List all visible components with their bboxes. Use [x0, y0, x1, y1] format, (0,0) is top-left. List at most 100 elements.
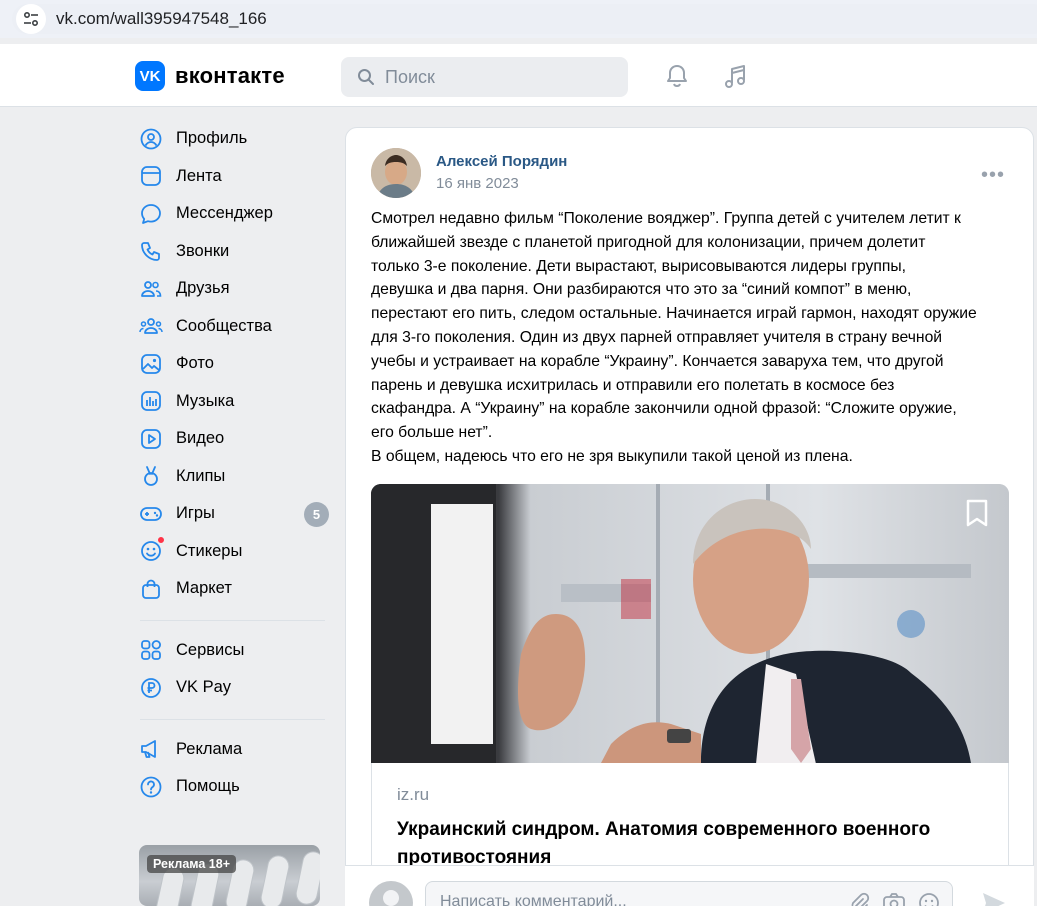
post-text-line: девушка и два парня. Они разбираются что… — [371, 281, 912, 299]
link-preview-image[interactable] — [371, 484, 1009, 763]
music-player-icon[interactable] — [722, 63, 750, 91]
post-text-line: парень и девушка исхитрилась и отправили… — [371, 376, 895, 394]
link-title[interactable]: Украинский синдром. Анатомия современног… — [397, 816, 997, 872]
post-text-line: скафандра. А “Украину” на корабле законч… — [371, 400, 957, 418]
sidebar-item-label: Звонки — [176, 241, 230, 260]
sidebar-item-label: Мессенджер — [176, 204, 273, 223]
sidebar-item-clips[interactable]: Клипы — [135, 458, 335, 496]
sidebar-item-friends[interactable]: Друзья — [135, 270, 335, 308]
sidebar-item-label: Клипы — [176, 466, 226, 485]
sidebar-item-profile[interactable]: Профиль — [135, 120, 335, 158]
sidebar-item-label: Друзья — [176, 279, 230, 298]
sidebar-ad-banner[interactable]: Реклама 18+ — [139, 845, 320, 906]
sidebar-item-services[interactable]: Сервисы — [135, 632, 335, 670]
vk-logo[interactable]: VK вконтакте — [135, 61, 285, 91]
sidebar-item-label: Игры — [176, 504, 215, 523]
site-settings-icon[interactable] — [16, 4, 46, 34]
new-stickers-dot — [157, 536, 165, 545]
sidebar-item-label: Сервисы — [176, 640, 245, 659]
author-avatar[interactable] — [371, 148, 421, 198]
sidebar-item-calls[interactable]: Звонки — [135, 233, 335, 271]
post-text-line: Смотрел недавно фильм “Поколение вояджер… — [371, 210, 961, 227]
vk-logo-text: вконтакте — [175, 63, 285, 88]
vkpay-icon — [139, 676, 163, 700]
notifications-bell-icon[interactable] — [664, 63, 690, 89]
current-user-avatar[interactable] — [369, 881, 413, 906]
communities-icon — [139, 314, 163, 338]
sidebar-item-market[interactable]: Маркет — [135, 570, 335, 608]
post-date[interactable]: 16 янв 2023 — [436, 175, 519, 192]
sidebar-item-communities[interactable]: Сообщества — [135, 308, 335, 346]
post-text-line: перестают его пить, следом остальные. На… — [371, 305, 977, 323]
attach-icon[interactable] — [848, 892, 870, 906]
ad-age-label: Реклама 18+ — [147, 855, 236, 873]
stickers-icon — [139, 536, 165, 563]
search-input[interactable] — [385, 66, 605, 88]
bookmark-icon[interactable] — [963, 498, 991, 528]
music-icon — [139, 389, 163, 413]
sidebar-item-label: Помощь — [176, 777, 240, 796]
search-box[interactable] — [341, 57, 628, 97]
post-text-line: его больше нет”. — [371, 424, 493, 442]
left-sidebar: Профиль Лента Мессенджер Звонки Друзья С… — [135, 120, 335, 806]
sidebar-item-stickers[interactable]: Стикеры — [135, 533, 335, 571]
sidebar-item-ads[interactable]: Реклама — [135, 731, 335, 769]
sidebar-item-label: Реклама — [176, 739, 243, 758]
sidebar-item-label: Фото — [176, 354, 214, 373]
games-icon — [139, 502, 163, 526]
photo-icon — [139, 352, 163, 376]
sidebar-item-label: Стикеры — [176, 541, 243, 560]
vk-header: VK вконтакте — [0, 44, 1037, 107]
games-count-badge: 5 — [304, 502, 329, 527]
search-icon — [358, 69, 374, 85]
sidebar-item-photo[interactable]: Фото — [135, 345, 335, 383]
sidebar-item-label: Сообщества — [176, 316, 272, 335]
sidebar-divider — [140, 718, 325, 720]
post-text-line: учебы и устраивает на корабле “Украину”.… — [371, 352, 944, 370]
post-text: Смотрел недавно фильм “Поколение вояджер… — [371, 207, 1011, 469]
ad-image-pill — [258, 853, 292, 906]
url-text: vk.com/wall395947548_166 — [56, 9, 267, 28]
comment-bar — [345, 865, 1034, 906]
link-domain: iz.ru — [397, 785, 430, 804]
browser-address-bar: vk.com/wall395947548_166 — [0, 0, 1037, 38]
send-icon[interactable] — [980, 890, 1008, 906]
emoji-icon[interactable] — [918, 892, 940, 906]
sidebar-item-help[interactable]: Помощь — [135, 768, 335, 806]
sidebar-item-games[interactable]: Игры 5 — [135, 495, 335, 533]
sidebar-item-label: Лента — [176, 166, 222, 185]
sidebar-divider — [140, 619, 325, 621]
sidebar-item-news[interactable]: Лента — [135, 158, 335, 196]
sidebar-item-label: Профиль — [176, 129, 248, 148]
post-text-line: ближайшей звезде с планетой пригодной дл… — [371, 233, 926, 251]
post-author-name[interactable]: Алексей Порядин — [436, 153, 567, 170]
sidebar-item-video[interactable]: Видео — [135, 420, 335, 458]
sidebar-item-label: Маркет — [176, 579, 232, 598]
camera-icon[interactable] — [882, 892, 906, 906]
comment-input-box[interactable] — [425, 881, 953, 906]
sidebar-item-music[interactable]: Музыка — [135, 383, 335, 421]
ads-icon — [139, 737, 163, 761]
url-field[interactable]: vk.com/wall395947548_166 — [12, 4, 1037, 34]
video-icon — [139, 427, 163, 451]
news-photo — [371, 484, 1009, 763]
ad-image-pill — [293, 849, 320, 906]
sidebar-item-vkpay[interactable]: VK Pay — [135, 669, 335, 707]
wall-post: Алексей Порядин 16 янв 2023 ••• Смотрел … — [345, 127, 1034, 906]
sidebar-item-label: Видео — [176, 429, 225, 448]
profile-icon — [139, 127, 163, 151]
sidebar-item-label: Музыка — [176, 391, 235, 410]
vk-logo-icon: VK — [135, 61, 165, 91]
sidebar-item-messenger[interactable]: Мессенджер — [135, 195, 335, 233]
phone-icon — [139, 239, 163, 263]
comment-input[interactable] — [440, 893, 820, 906]
help-icon — [139, 775, 163, 799]
services-icon — [139, 638, 163, 662]
post-text-line: для 3-го поколения. Один из двух парней … — [371, 328, 943, 346]
sidebar-item-label: VK Pay — [176, 678, 232, 697]
post-text-line: В общем, надеюсь что его не зря выкупили… — [371, 447, 853, 465]
post-text-line: только 3-е поколение. Дети вырастают, вы… — [371, 257, 906, 275]
messenger-icon — [139, 202, 163, 226]
post-more-menu-icon[interactable]: ••• — [981, 164, 1005, 187]
friends-icon — [139, 277, 163, 301]
